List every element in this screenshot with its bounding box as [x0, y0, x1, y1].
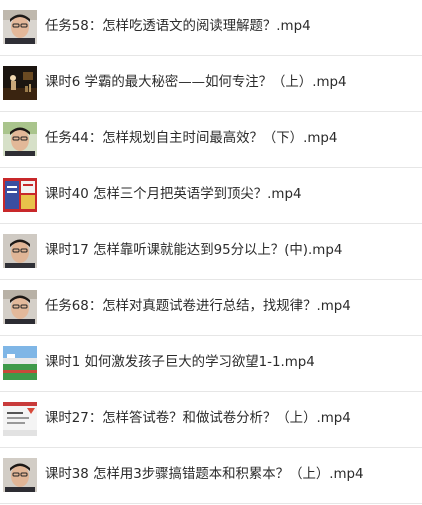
field-video-thumbnail-icon — [3, 346, 37, 380]
file-name: 课时17 怎样靠听课就能达到95分以上？(中).mp4 — [45, 243, 343, 258]
file-list: 任务58：怎样吃透语文的阅读理解题？.mp4 课时6 学霸的最大秘密——如何专注… — [0, 0, 422, 505]
file-name: 课时6 学霸的最大秘密——如何专注？（上）.mp4 — [45, 75, 347, 90]
file-row[interactable]: 课时38 怎样用3步骤搞错题本和积累本？（上）.mp4 — [0, 448, 422, 504]
face-video-thumbnail-icon — [3, 458, 37, 492]
slide-video-thumbnail-icon — [3, 402, 37, 436]
file-name: 任务58：怎样吃透语文的阅读理解题？.mp4 — [45, 19, 311, 34]
file-row[interactable]: 课时27：怎样答试卷？和做试卷分析？（上）.mp4 — [0, 392, 422, 448]
file-name: 课时40 怎样三个月把英语学到顶尖？.mp4 — [45, 187, 302, 202]
file-row[interactable]: 课时17 怎样靠听课就能达到95分以上？(中).mp4 — [0, 224, 422, 280]
stage-video-thumbnail-icon — [3, 66, 37, 100]
file-name: 课时38 怎样用3步骤搞错题本和积累本？（上）.mp4 — [45, 467, 364, 482]
file-name: 课时27：怎样答试卷？和做试卷分析？（上）.mp4 — [45, 411, 351, 426]
red-poster-video-thumbnail-icon — [3, 178, 37, 212]
face-video-thumbnail-icon — [3, 234, 37, 268]
row-divider — [0, 503, 422, 504]
file-name: 任务68：怎样对真题试卷进行总结，找规律？.mp4 — [45, 299, 351, 314]
file-row[interactable]: 课时1 如何激发孩子巨大的学习欲望1-1.mp4 — [0, 336, 422, 392]
file-row[interactable]: 任务68：怎样对真题试卷进行总结，找规律？.mp4 — [0, 280, 422, 336]
file-name: 课时1 如何激发孩子巨大的学习欲望1-1.mp4 — [45, 355, 315, 370]
face-video-thumbnail-icon — [3, 10, 37, 44]
file-row[interactable]: 课时40 怎样三个月把英语学到顶尖？.mp4 — [0, 168, 422, 224]
file-name: 任务44：怎样规划自主时间最高效？（下）.mp4 — [45, 131, 338, 146]
face-video-thumbnail-icon — [3, 290, 37, 324]
file-row[interactable]: 任务58：怎样吃透语文的阅读理解题？.mp4 — [0, 0, 422, 56]
file-row[interactable]: 任务44：怎样规划自主时间最高效？（下）.mp4 — [0, 112, 422, 168]
face-video-thumbnail-icon — [3, 122, 37, 156]
file-row[interactable]: 课时6 学霸的最大秘密——如何专注？（上）.mp4 — [0, 56, 422, 112]
